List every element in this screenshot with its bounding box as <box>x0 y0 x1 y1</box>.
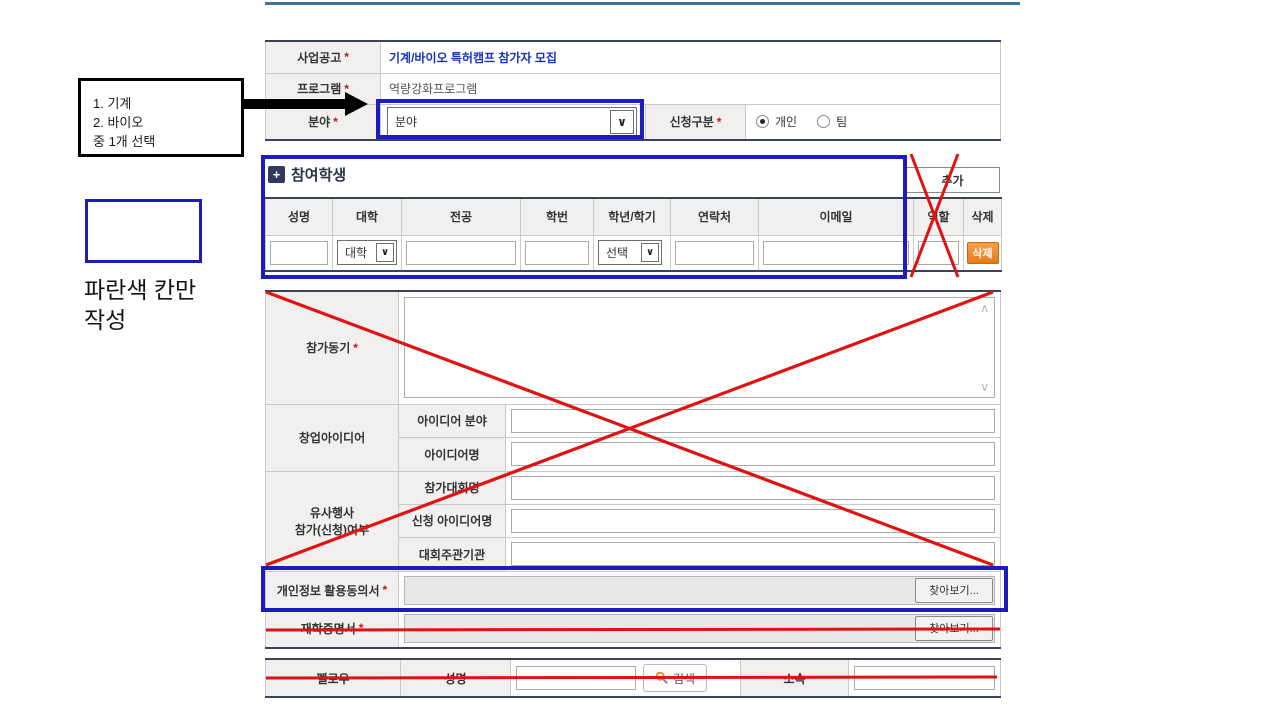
required-marker: * <box>717 115 722 129</box>
idea-group-label-cell: 창업아이디어 <box>266 404 399 471</box>
delete-student-button[interactable]: 삭제 <box>967 242 999 264</box>
search-icon <box>655 671 669 685</box>
enrollment-label: 재학증명서 <box>301 620 356 637</box>
applied-idea-label: 신청 아이디어명 <box>412 514 493 528</box>
idea-group-label: 창업아이디어 <box>299 431 365 445</box>
affiliation-input[interactable] <box>854 666 995 690</box>
required-marker: * <box>333 115 338 129</box>
announcement-label: 사업공고 <box>297 49 341 66</box>
idea-name-input[interactable] <box>511 442 995 466</box>
col-role: 역할 <box>914 198 964 235</box>
required-marker: * <box>344 82 349 96</box>
radio-team-label: 팀 <box>836 113 847 130</box>
fellow-search-label: 검색 <box>673 670 695 687</box>
add-student-button[interactable]: 추가 <box>905 167 1000 193</box>
idea-field-row: 창업아이디어 아이디어 분야 <box>266 404 1001 437</box>
caption-line: 파란색 칸만 <box>84 276 196 306</box>
scroll-up-icon[interactable]: ∧ <box>980 301 989 315</box>
affiliation-label: 소속 <box>783 672 805 686</box>
program-label: 프로그램 <box>297 80 341 97</box>
required-marker: * <box>359 621 364 635</box>
fellow-row: 펠로우 성명 검색 소속 <box>266 659 1001 697</box>
enrollment-label-cell: 재학증명서* <box>266 609 399 648</box>
table-row: 사업공고* 기계/바이오 특허캠프 참가자 모집 <box>266 41 1001 73</box>
idea-field-input[interactable] <box>511 409 995 433</box>
apply-type-label: 신청구분 <box>670 113 714 130</box>
field-label: 분야 <box>308 113 330 130</box>
motivation-label-cell: 참가동기* <box>266 291 399 404</box>
blue-legend-box <box>85 199 202 263</box>
announcement-label-cell: 사업공고* <box>266 41 381 73</box>
page: 1. 기계 2. 바이오 중 1개 선택 파란색 칸만 작성 사업공고* 기계/… <box>0 0 1280 720</box>
similar-event-group-label-cell: 유사행사 참가(신청)여부 <box>266 471 399 571</box>
highlight-privacy-row <box>261 566 1008 612</box>
applied-idea-label-cell: 신청 아이디어명 <box>399 504 506 537</box>
fellow-label-cell: 펠로우 <box>266 659 401 697</box>
similar-event-label-line2: 참가(신청)여부 <box>266 521 398 538</box>
motivation-row: 참가동기* ∧ ∨ <box>266 291 1001 404</box>
blue-fields-caption: 파란색 칸만 작성 <box>84 276 196 336</box>
fellow-name-label-cell: 성명 <box>401 659 511 697</box>
note-line: 1. 기계 <box>93 95 241 114</box>
motivation-label: 참가동기 <box>306 339 350 356</box>
host-org-label: 대회주관기관 <box>419 548 485 562</box>
idea-name-label: 아이디어명 <box>424 448 479 462</box>
role-input[interactable] <box>918 241 959 265</box>
host-org-input[interactable] <box>511 542 995 566</box>
contest-name-label: 참가대회명 <box>424 481 479 495</box>
contest-name-row: 유사행사 참가(신청)여부 참가대회명 <box>266 471 1001 504</box>
field-choice-note: 1. 기계 2. 바이오 중 1개 선택 <box>78 78 244 157</box>
highlight-field-select <box>376 99 644 139</box>
required-marker: * <box>344 50 349 64</box>
fellow-name-label: 성명 <box>444 672 466 686</box>
announcement-value: 기계/바이오 특허캠프 참가자 모집 <box>381 49 1000 66</box>
required-marker: * <box>353 341 358 355</box>
idea-field-label: 아이디어 분야 <box>417 414 487 428</box>
field-label-cell: 분야* <box>266 104 381 140</box>
caption-line: 작성 <box>84 306 196 336</box>
enrollment-browse-button[interactable]: 찾아보기... <box>915 616 993 641</box>
contest-name-input[interactable] <box>511 476 995 500</box>
radio-individual[interactable] <box>756 115 769 128</box>
scroll-down-icon[interactable]: ∨ <box>980 380 989 394</box>
apply-type-label-cell: 신청구분* <box>646 104 746 140</box>
enrollment-file-field: 찾아보기... <box>404 614 995 643</box>
fellow-search-button[interactable]: 검색 <box>643 664 707 692</box>
fellow-label: 펠로우 <box>316 672 349 686</box>
apply-type-radios: 개인 팀 <box>746 113 1000 130</box>
idea-field-label-cell: 아이디어 분야 <box>399 404 506 437</box>
enrollment-cert-row: 재학증명서* 찾아보기... <box>266 609 1001 648</box>
program-label-cell: 프로그램* <box>266 73 381 104</box>
motivation-textarea[interactable]: ∧ ∨ <box>404 297 995 398</box>
fellow-name-input[interactable] <box>516 666 636 690</box>
col-delete: 삭제 <box>964 198 1002 235</box>
highlight-students-section <box>261 155 907 279</box>
radio-team[interactable] <box>817 115 830 128</box>
contest-name-label-cell: 참가대회명 <box>399 471 506 504</box>
idea-name-label-cell: 아이디어명 <box>399 437 506 471</box>
program-value: 역량강화프로그램 <box>381 80 1000 97</box>
radio-individual-label: 개인 <box>775 113 797 130</box>
note-line: 2. 바이오 <box>93 114 241 133</box>
note-line: 중 1개 선택 <box>93 133 241 152</box>
similar-event-label-line1: 유사행사 <box>266 504 398 521</box>
page-top-divider <box>265 2 1020 5</box>
affiliation-label-cell: 소속 <box>741 659 849 697</box>
applied-idea-input[interactable] <box>511 509 995 533</box>
fellow-table: 펠로우 성명 검색 소속 <box>265 658 1001 698</box>
